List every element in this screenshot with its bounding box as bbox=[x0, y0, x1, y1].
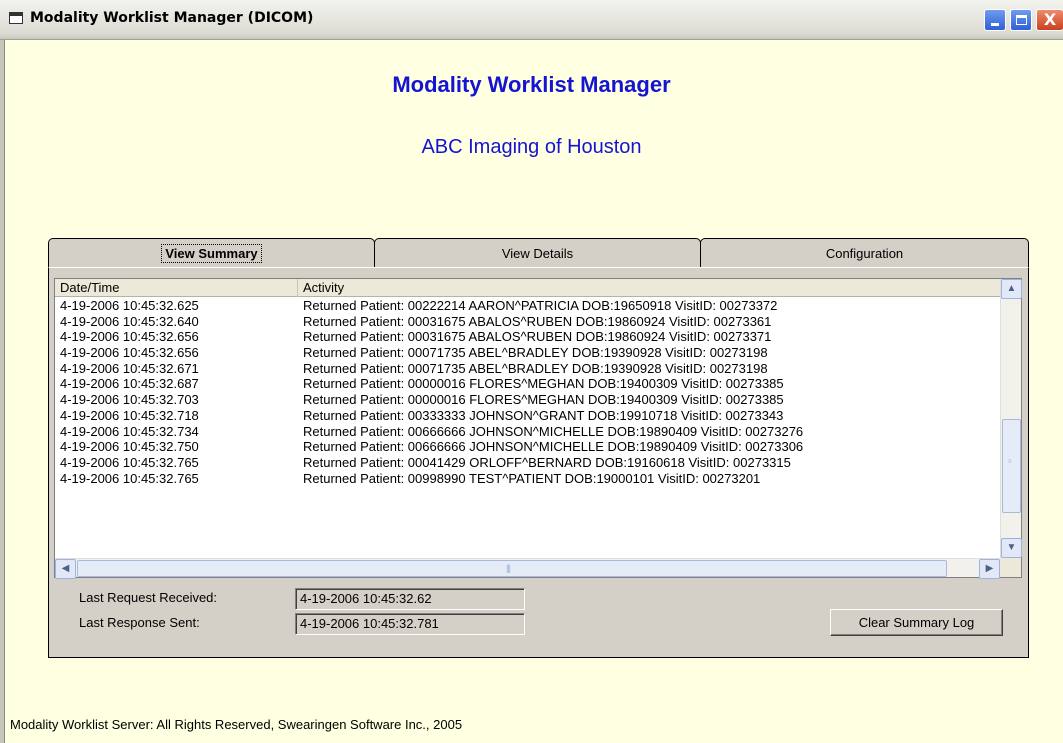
minimize-button[interactable] bbox=[984, 9, 1006, 31]
minimize-icon bbox=[991, 23, 999, 26]
cell-datetime: 4-19-2006 10:45:32.765 bbox=[60, 470, 199, 486]
window-title: Modality Worklist Manager (DICOM) bbox=[30, 10, 314, 26]
tab-panel: View Summary View Details Configuration … bbox=[48, 238, 1029, 658]
cell-activity: Returned Patient: 00666666 JOHNSON^MICHE… bbox=[303, 439, 804, 455]
clear-summary-log-button[interactable]: Clear Summary Log bbox=[830, 609, 1003, 636]
horizontal-scrollbar[interactable]: ◀ ||| ▶ bbox=[55, 558, 1000, 579]
app-window-icon bbox=[9, 12, 23, 24]
table-row[interactable]: 4-19-2006 10:45:32.640 Returned Patient: … bbox=[55, 314, 1000, 330]
cell-activity: Returned Patient: 00031675 ABALOS^RUBEN … bbox=[303, 329, 772, 345]
tab-configuration[interactable]: Configuration bbox=[700, 238, 1029, 268]
vertical-scroll-thumb[interactable]: ≡ bbox=[1002, 419, 1021, 513]
title-bar[interactable]: Modality Worklist Manager (DICOM) X bbox=[0, 0, 1063, 40]
list-header: Date/Time Activity bbox=[55, 279, 1000, 297]
footer-copyright: Modality Worklist Server: All Rights Res… bbox=[10, 717, 463, 732]
last-request-label: Last Request Received: bbox=[79, 590, 218, 605]
maximize-icon bbox=[1016, 15, 1027, 25]
scroll-down-button[interactable]: ▼ bbox=[1001, 538, 1022, 558]
table-row[interactable]: 4-19-2006 10:45:32.750 Returned Patient: … bbox=[55, 439, 1000, 455]
last-response-field: 4-19-2006 10:45:32.781 bbox=[295, 613, 525, 635]
scroll-up-button[interactable]: ▲ bbox=[1001, 279, 1022, 299]
cell-datetime: 4-19-2006 10:45:32.734 bbox=[60, 423, 199, 439]
cell-activity: Returned Patient: 00333333 JOHNSON^GRANT… bbox=[303, 407, 784, 423]
tab-label: View Details bbox=[501, 246, 574, 261]
table-row[interactable]: 4-19-2006 10:45:32.765 Returned Patient: … bbox=[55, 455, 1000, 471]
cell-activity: Returned Patient: 00041429 ORLOFF^BERNAR… bbox=[303, 454, 791, 470]
table-row[interactable]: 4-19-2006 10:45:32.656 Returned Patient: … bbox=[55, 345, 1000, 361]
summary-panel: Date/Time Activity 4-19-2006 10:45:32.62… bbox=[48, 267, 1029, 658]
cell-datetime: 4-19-2006 10:45:32.656 bbox=[60, 329, 199, 345]
chevron-right-icon: ▶ bbox=[985, 563, 994, 574]
table-row[interactable]: 4-19-2006 10:45:32.625 Returned Patient: … bbox=[55, 298, 1000, 314]
cell-activity: Returned Patient: 00666666 JOHNSON^MICHE… bbox=[303, 423, 804, 439]
cell-datetime: 4-19-2006 10:45:32.765 bbox=[60, 454, 199, 470]
last-response-label: Last Response Sent: bbox=[79, 615, 200, 630]
table-row[interactable]: 4-19-2006 10:45:32.734 Returned Patient: … bbox=[55, 424, 1000, 440]
cell-activity: Returned Patient: 00998990 TEST^PATIENT … bbox=[303, 470, 761, 486]
table-row[interactable]: 4-19-2006 10:45:32.718 Returned Patient: … bbox=[55, 408, 1000, 424]
close-icon: X bbox=[1043, 10, 1057, 29]
cell-datetime: 4-19-2006 10:45:32.687 bbox=[60, 376, 199, 392]
cell-activity: Returned Patient: 00000016 FLORES^MEGHAN… bbox=[303, 392, 784, 408]
page-subtitle: ABC Imaging of Houston bbox=[421, 136, 642, 158]
cell-activity: Returned Patient: 00071735 ABEL^BRADLEY … bbox=[303, 360, 768, 376]
cell-activity: Returned Patient: 00031675 ABALOS^RUBEN … bbox=[303, 313, 772, 329]
vertical-scrollbar[interactable]: ▲ ≡ ▼ bbox=[1000, 279, 1022, 558]
cell-datetime: 4-19-2006 10:45:32.671 bbox=[60, 360, 199, 376]
cell-datetime: 4-19-2006 10:45:32.750 bbox=[60, 439, 199, 455]
column-header-activity[interactable]: Activity bbox=[298, 279, 1000, 297]
cell-datetime: 4-19-2006 10:45:32.703 bbox=[60, 392, 199, 408]
scrollbar-corner bbox=[1000, 558, 1021, 577]
table-row[interactable]: 4-19-2006 10:45:32.765 Returned Patient: … bbox=[55, 471, 1000, 487]
table-row[interactable]: 4-19-2006 10:45:32.656 Returned Patient: … bbox=[55, 329, 1000, 345]
page-title: Modality Worklist Manager bbox=[392, 72, 671, 97]
table-row[interactable]: 4-19-2006 10:45:32.703 Returned Patient: … bbox=[55, 392, 1000, 408]
tab-label: Configuration bbox=[825, 246, 904, 261]
cell-activity: Returned Patient: 00000016 FLORES^MEGHAN… bbox=[303, 376, 784, 392]
scroll-left-button[interactable]: ◀ bbox=[55, 559, 76, 579]
table-row[interactable]: 4-19-2006 10:45:32.687 Returned Patient: … bbox=[55, 376, 1000, 392]
cell-activity: Returned Patient: 00222214 AARON^PATRICI… bbox=[303, 298, 778, 313]
scroll-right-button[interactable]: ▶ bbox=[979, 559, 1000, 579]
maximize-button[interactable] bbox=[1010, 9, 1032, 31]
tab-view-details[interactable]: View Details bbox=[374, 238, 701, 268]
activity-log-list[interactable]: Date/Time Activity 4-19-2006 10:45:32.62… bbox=[54, 278, 1022, 579]
grip-icon: ||| bbox=[506, 563, 511, 573]
cell-datetime: 4-19-2006 10:45:32.625 bbox=[60, 298, 199, 313]
cell-datetime: 4-19-2006 10:45:32.656 bbox=[60, 345, 199, 361]
cell-activity: Returned Patient: 00071735 ABEL^BRADLEY … bbox=[303, 345, 768, 361]
grip-icon: ≡ bbox=[1008, 459, 1012, 465]
table-row[interactable]: 4-19-2006 10:45:32.671 Returned Patient: … bbox=[55, 361, 1000, 377]
last-request-field: 4-19-2006 10:45:32.62 bbox=[295, 588, 525, 610]
tab-label: View Summary bbox=[161, 244, 262, 263]
tab-view-summary[interactable]: View Summary bbox=[48, 238, 375, 268]
chevron-left-icon: ◀ bbox=[61, 563, 70, 574]
column-header-datetime[interactable]: Date/Time bbox=[55, 279, 298, 297]
chevron-up-icon: ▲ bbox=[1006, 283, 1017, 294]
close-button[interactable]: X bbox=[1036, 9, 1063, 31]
cell-datetime: 4-19-2006 10:45:32.718 bbox=[60, 407, 199, 423]
log-rows: 4-19-2006 10:45:32.625 Returned Patient: … bbox=[55, 298, 1000, 486]
cell-datetime: 4-19-2006 10:45:32.640 bbox=[60, 313, 199, 329]
horizontal-scroll-thumb[interactable]: ||| bbox=[77, 560, 947, 577]
chevron-down-icon: ▼ bbox=[1006, 542, 1017, 553]
